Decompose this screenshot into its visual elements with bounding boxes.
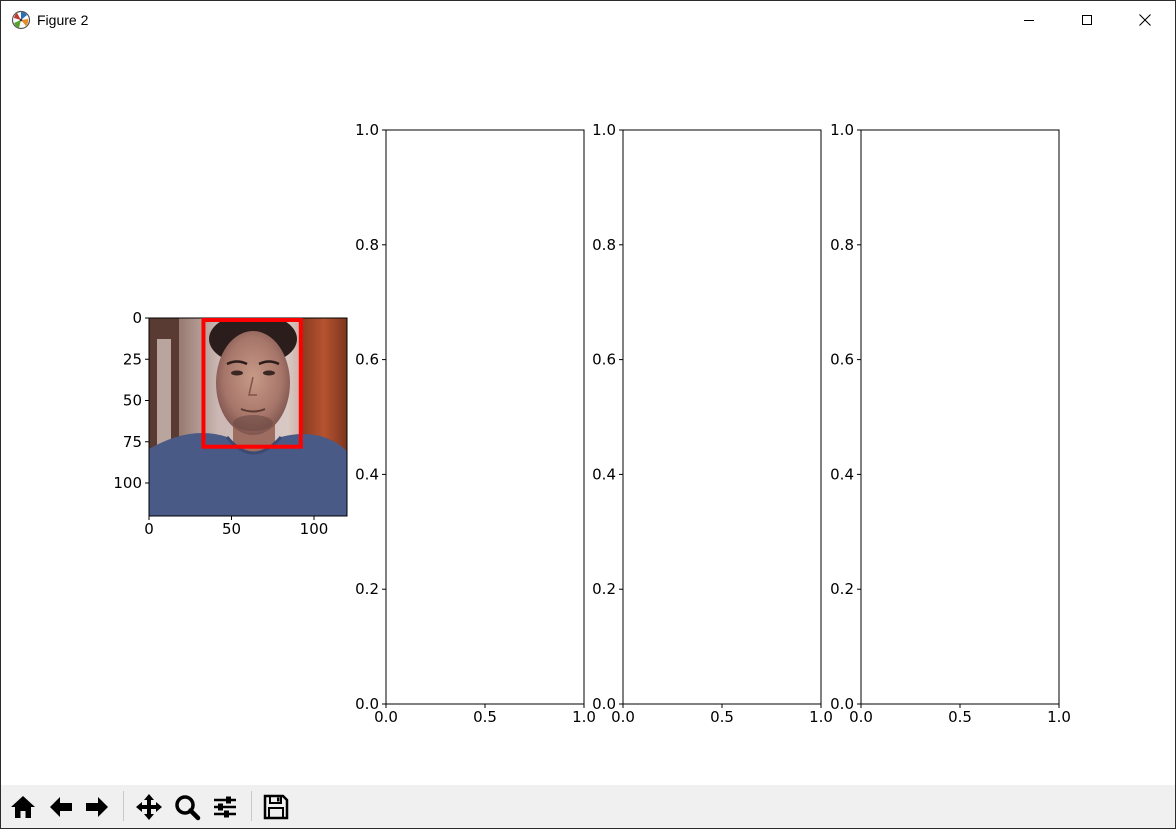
- y-tick-label: 0.6: [830, 351, 854, 369]
- y-tick-label: 0.2: [355, 580, 379, 598]
- minimize-button[interactable]: [1000, 1, 1058, 39]
- y-tick-label: 0.4: [355, 465, 379, 483]
- matplotlib-logo-icon: [11, 10, 31, 30]
- y-tick-label: 0.6: [592, 351, 616, 369]
- floppy-disk-icon: [263, 794, 289, 820]
- title-bar[interactable]: Figure 2: [1, 1, 1175, 39]
- y-tick-label: 0.4: [592, 465, 616, 483]
- close-button[interactable]: [1116, 1, 1174, 39]
- pan-button[interactable]: [132, 790, 166, 824]
- empty-axes-3: 0.0 0.5 1.00.00.20.40.60.81.0: [830, 121, 1071, 726]
- empty-axes-1: 0.0 0.5 1.00.00.20.40.60.81.0: [355, 121, 596, 726]
- zoom-button[interactable]: [170, 790, 204, 824]
- x-tick-label: 0.5: [948, 708, 972, 726]
- x-tick-label: 0: [144, 520, 154, 538]
- back-button[interactable]: [44, 790, 78, 824]
- window-title: Figure 2: [37, 12, 89, 28]
- move-icon: [136, 794, 162, 820]
- configure-subplots-button[interactable]: [208, 790, 242, 824]
- toolbar-separator: [123, 791, 124, 821]
- empty-axes-1-frame: [385, 129, 585, 705]
- y-tick-label: 0.0: [592, 695, 616, 713]
- y-tick-label: 0.2: [830, 580, 854, 598]
- magnifier-icon: [175, 795, 201, 821]
- y-tick-label: 1.0: [355, 121, 379, 139]
- y-tick-label: 25: [123, 350, 142, 368]
- figure-svg[interactable]: 0 50 100 0 25 50 75 100 0.0 0.5 1.0 0.0 0.2 0.4 0.6 0.…: [1, 39, 1175, 785]
- y-tick-label: 100: [113, 474, 142, 492]
- save-button[interactable]: [259, 790, 293, 824]
- y-tick-label: 0: [132, 309, 142, 327]
- maximize-button[interactable]: [1058, 1, 1116, 39]
- y-tick-label: 50: [123, 392, 142, 410]
- x-tick-label: 1.0: [1047, 708, 1071, 726]
- forward-arrow-icon: [86, 797, 108, 817]
- figure-canvas[interactable]: 0 50 100 0 25 50 75 100 0.0 0.5 1.0 0.0 0.2 0.4 0.6 0.…: [1, 39, 1175, 785]
- empty-axes-3-frame: [860, 129, 1060, 705]
- figure-window: Figure 2 0 50 100 0 25 50 75 100 0.0 0.5…: [0, 0, 1176, 829]
- empty-axes-2: 0.0 0.5 1.00.00.20.40.60.81.0: [592, 121, 833, 726]
- toolbar-separator: [251, 791, 252, 821]
- y-tick-label: 0.6: [355, 351, 379, 369]
- x-tick-label: 50: [222, 520, 241, 538]
- navigation-toolbar: [1, 785, 1175, 828]
- minimize-icon: [1024, 20, 1034, 21]
- forward-button[interactable]: [80, 790, 114, 824]
- y-tick-label: 0.2: [592, 580, 616, 598]
- y-tick-label: 0.4: [830, 465, 854, 483]
- x-tick-label: 0.5: [473, 708, 497, 726]
- maximize-icon: [1082, 15, 1092, 25]
- y-tick-label: 0.8: [355, 236, 379, 254]
- face-photo: [149, 318, 347, 516]
- y-tick-label: 0.0: [355, 695, 379, 713]
- x-tick-label: 100: [300, 520, 329, 538]
- y-tick-label: 0.8: [592, 236, 616, 254]
- empty-axes-2-frame: [622, 129, 822, 705]
- y-tick-label: 0.8: [830, 236, 854, 254]
- home-icon: [11, 796, 35, 818]
- back-arrow-icon: [50, 797, 72, 817]
- image-axes: 0 50 100 0 25 50 75 100: [113, 309, 348, 538]
- y-tick-label: 1.0: [592, 121, 616, 139]
- y-tick-label: 1.0: [830, 121, 854, 139]
- x-tick-label: 0.5: [710, 708, 734, 726]
- sliders-icon: [214, 796, 236, 818]
- close-icon: [1139, 14, 1151, 26]
- home-button[interactable]: [6, 790, 40, 824]
- y-tick-label: 0.0: [830, 695, 854, 713]
- y-tick-label: 75: [123, 433, 142, 451]
